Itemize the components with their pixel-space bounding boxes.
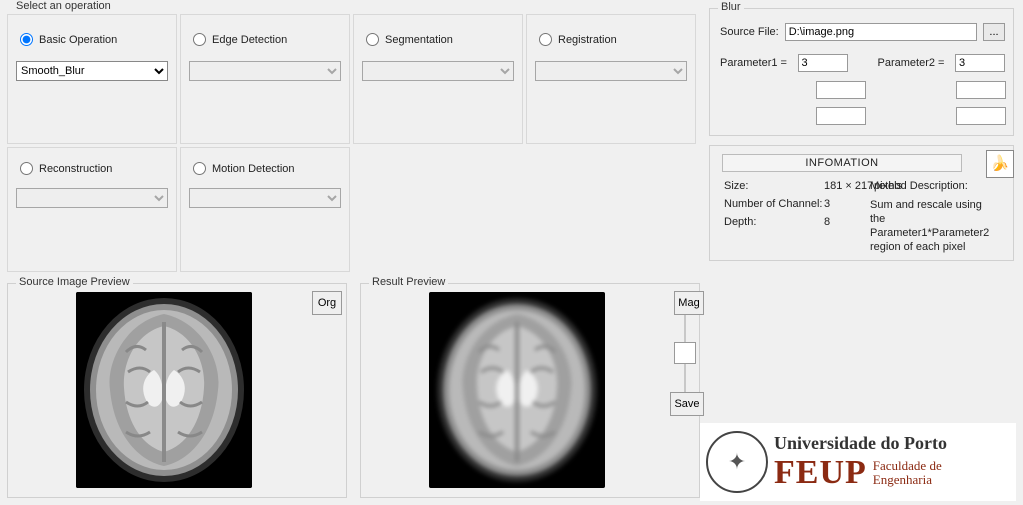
info-depth-value: 8	[824, 216, 874, 228]
operations-group: Select an operation Basic Operation Smoo…	[7, 8, 701, 272]
radio-edge-detection[interactable]: Edge Detection	[193, 33, 287, 46]
info-size-value: 181 × 217	[824, 180, 874, 192]
dropdown-basic-operation[interactable]: Smooth_Blur	[16, 61, 168, 81]
information-panel: INFOMATION 🍌 Size: 181 × 217 pixels Numb…	[709, 145, 1014, 261]
cell-basic-operation: Basic Operation Smooth_Blur	[7, 14, 177, 144]
radio-motion-detection[interactable]: Motion Detection	[193, 162, 295, 175]
dropdown-reconstruction	[16, 188, 168, 208]
info-channels-value: 3	[824, 198, 874, 210]
radio-motion-label: Motion Detection	[212, 163, 295, 175]
param-row: Parameter1 = Parameter2 =	[720, 54, 1005, 72]
param-stub-1	[816, 81, 866, 99]
dropdown-segmentation	[362, 61, 514, 81]
dropdown-registration	[535, 61, 687, 81]
connector-line	[684, 315, 686, 342]
source-file-input[interactable]	[785, 23, 977, 41]
param2-input[interactable]	[955, 54, 1005, 72]
mag-button[interactable]: Mag	[674, 291, 704, 315]
radio-basic-input[interactable]	[20, 33, 33, 46]
logo-faculty: Faculdade de Engenharia	[873, 459, 942, 487]
source-preview-group: Source Image Preview	[7, 283, 347, 498]
param1-input[interactable]	[798, 54, 848, 72]
result-preview-group: Result Preview	[360, 283, 700, 498]
radio-reg-label: Registration	[558, 34, 617, 46]
save-button[interactable]: Save	[670, 392, 704, 416]
radio-recon-input[interactable]	[20, 162, 33, 175]
banana-icon-button[interactable]: 🍌	[986, 150, 1014, 178]
result-preview-title: Result Preview	[369, 276, 448, 288]
info-channels-row: Number of Channel: 3	[724, 198, 874, 210]
org-button[interactable]: Org	[312, 291, 342, 315]
connector-line	[684, 364, 686, 392]
source-file-label: Source File:	[720, 26, 779, 38]
radio-seg-label: Segmentation	[385, 34, 453, 46]
operations-title: Select an operation	[13, 0, 114, 12]
info-depth-label: Depth:	[724, 216, 824, 228]
university-seal-icon: ✦	[706, 431, 768, 493]
method-desc-label: Method Description:	[870, 180, 968, 192]
radio-edge-label: Edge Detection	[212, 34, 287, 46]
radio-basic-operation[interactable]: Basic Operation	[20, 33, 117, 46]
param-stub-2	[956, 81, 1006, 99]
param2-label: Parameter2 =	[878, 57, 950, 69]
radio-reg-input[interactable]	[539, 33, 552, 46]
result-image-preview	[429, 292, 605, 488]
radio-recon-label: Reconstruction	[39, 163, 112, 175]
radio-seg-input[interactable]	[366, 33, 379, 46]
dropdown-edge-detection	[189, 61, 341, 81]
university-logo: ✦ Universidade do Porto FEUP Faculdade d…	[700, 423, 1016, 501]
cell-segmentation: Segmentation	[353, 14, 523, 144]
radio-edge-input[interactable]	[193, 33, 206, 46]
blur-panel: Blur Source File: ... Parameter1 = Param…	[709, 8, 1014, 136]
param-stub-3	[816, 107, 866, 125]
dropdown-motion-detection	[189, 188, 341, 208]
info-depth-row: Depth: 8	[724, 216, 874, 228]
info-channels-label: Number of Channel:	[724, 198, 824, 210]
mag-preview-box	[674, 342, 696, 364]
source-image-preview	[76, 292, 252, 488]
radio-basic-label: Basic Operation	[39, 34, 117, 46]
param1-label: Parameter1 =	[720, 57, 792, 69]
logo-feup: FEUP	[774, 454, 867, 492]
param-stub-4	[956, 107, 1006, 125]
source-file-row: Source File: ...	[720, 23, 1005, 41]
cell-reconstruction: Reconstruction	[7, 147, 177, 272]
logo-university-name: Universidade do Porto	[774, 433, 947, 454]
cell-motion-detection: Motion Detection	[180, 147, 350, 272]
radio-segmentation[interactable]: Segmentation	[366, 33, 453, 46]
blur-title: Blur	[718, 1, 744, 13]
information-header: INFOMATION	[722, 154, 962, 172]
radio-reconstruction[interactable]: Reconstruction	[20, 162, 112, 175]
radio-registration[interactable]: Registration	[539, 33, 617, 46]
cell-registration: Registration	[526, 14, 696, 144]
source-preview-title: Source Image Preview	[16, 276, 133, 288]
info-size-label: Size:	[724, 180, 824, 192]
browse-button[interactable]: ...	[983, 23, 1005, 41]
cell-edge-detection: Edge Detection	[180, 14, 350, 144]
radio-motion-input[interactable]	[193, 162, 206, 175]
method-desc-value: Sum and rescale using the Parameter1*Par…	[870, 198, 1000, 254]
